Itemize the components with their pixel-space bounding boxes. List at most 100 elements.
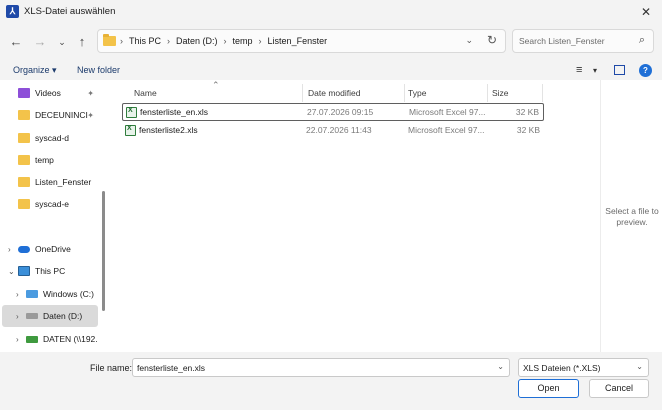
open-button[interactable]: Open	[518, 379, 579, 398]
window-title: XLS-Datei auswählen	[24, 6, 116, 17]
onedrive-icon	[18, 245, 30, 253]
folder-icon	[18, 199, 30, 209]
close-button[interactable]: ✕	[636, 3, 656, 21]
preview-pane-icon[interactable]	[614, 65, 625, 75]
file-row[interactable]: fensterliste_en.xls 27.07.2026 09:15 Mic…	[122, 103, 544, 121]
nav-item-daten-network[interactable]: › DATEN (\\192.	[0, 329, 104, 349]
nav-item-label: Videos	[35, 88, 61, 98]
nav-item-label: OneDrive	[35, 244, 71, 254]
up-arrow-icon[interactable]: ↑	[72, 33, 92, 51]
nav-item-listen-fenster[interactable]: Listen_Fenster	[0, 172, 104, 192]
file-size: 32 KB	[516, 125, 540, 135]
nav-item-deceuninck[interactable]: DECEUNINCI ✦	[0, 105, 104, 125]
pin-icon: ✦	[87, 88, 94, 98]
column-header-row: ⌃ Name Date modified Type Size	[110, 80, 600, 102]
column-name[interactable]: Name	[134, 88, 157, 98]
nav-item-onedrive[interactable]: › OneDrive	[0, 239, 104, 259]
address-bar[interactable]: › This PC › Daten (D:) › temp › Listen_F…	[97, 29, 506, 53]
cancel-button[interactable]: Cancel	[589, 379, 649, 398]
breadcrumb-separator: ›	[120, 36, 123, 46]
title-bar: ⅄ XLS-Datei auswählen ✕	[0, 0, 662, 24]
column-size[interactable]: Size	[492, 88, 509, 98]
nav-item-windows-c[interactable]: › Windows (C:)	[0, 284, 104, 304]
nav-item-label: Daten (D:)	[43, 311, 83, 321]
chevron-right-icon[interactable]: ›	[8, 245, 18, 254]
file-row[interactable]: fensterliste2.xls 22.07.2026 11:43 Micro…	[122, 122, 544, 140]
pdf-app-icon: ⅄	[6, 5, 19, 18]
folder-icon	[103, 34, 116, 46]
file-name: fensterliste2.xls	[139, 125, 198, 135]
file-type: Microsoft Excel 97...	[409, 107, 486, 117]
drive-icon	[26, 290, 38, 298]
nav-item-this-pc[interactable]: ⌄ This PC	[0, 261, 104, 281]
filetype-select[interactable]: XLS Dateien (*.XLS) ⌄	[518, 358, 649, 377]
forward-arrow-icon[interactable]: →	[30, 33, 50, 51]
toolbar: Organize ▾ New folder ≡ ▾ ?	[0, 60, 662, 82]
search-placeholder: Search Listen_Fenster	[519, 36, 605, 46]
breadcrumb-separator: ›	[258, 36, 262, 46]
nav-item-videos[interactable]: Videos ✦	[0, 83, 104, 103]
main-area: Videos ✦ DECEUNINCI ✦ syscad-d temp List…	[0, 80, 662, 352]
nav-item-label: Windows (C:)	[43, 289, 95, 299]
folder-icon	[18, 155, 30, 165]
folder-icon	[18, 133, 30, 143]
chevron-down-icon[interactable]: ⌄	[465, 35, 473, 46]
breadcrumb-daten[interactable]: Daten (D:)	[176, 36, 218, 46]
nav-item-daten-d[interactable]: › Daten (D:)	[0, 306, 104, 326]
recent-locations-chevron-icon[interactable]: ⌄	[52, 33, 72, 51]
breadcrumb-temp[interactable]: temp	[233, 36, 253, 46]
nav-item-syscad-d[interactable]: syscad-d	[0, 128, 104, 148]
excel-file-icon	[125, 125, 136, 136]
refresh-icon[interactable]: ↻	[487, 33, 497, 47]
chevron-down-icon[interactable]: ▾	[593, 66, 597, 75]
navigation-pane: Videos ✦ DECEUNINCI ✦ syscad-d temp List…	[0, 80, 108, 352]
network-drive-icon	[26, 335, 38, 343]
nav-item-syscad-e[interactable]: syscad-e	[0, 194, 104, 214]
breadcrumb-this-pc[interactable]: This PC	[129, 36, 161, 46]
nav-item-label: This PC	[35, 266, 66, 276]
chevron-right-icon[interactable]: ›	[16, 335, 26, 344]
view-list-icon[interactable]: ≡	[576, 64, 582, 76]
column-divider[interactable]	[542, 84, 543, 102]
nav-item-label: temp	[35, 155, 54, 165]
filename-field[interactable]: fensterliste_en.xls ⌄	[132, 358, 510, 377]
folder-icon	[18, 110, 30, 120]
chevron-right-icon[interactable]: ›	[16, 312, 26, 321]
breadcrumb: › This PC › Daten (D:) › temp › Listen_F…	[120, 36, 327, 46]
filetype-value: XLS Dateien (*.XLS)	[523, 363, 601, 373]
pin-icon: ✦	[87, 110, 94, 120]
breadcrumb-listen-fenster[interactable]: Listen_Fenster	[268, 36, 328, 46]
column-divider[interactable]	[487, 84, 488, 102]
breadcrumb-separator: ›	[167, 36, 171, 46]
folder-icon	[18, 177, 30, 187]
column-divider[interactable]	[404, 84, 405, 102]
nav-item-temp[interactable]: temp	[0, 150, 104, 170]
column-type[interactable]: Type	[408, 88, 426, 98]
chevron-right-icon[interactable]: ›	[16, 290, 26, 299]
nav-item-label: DECEUNINCI	[35, 110, 88, 120]
filename-label: File name:	[90, 363, 133, 373]
filename-value: fensterliste_en.xls	[137, 363, 206, 373]
chevron-down-icon[interactable]: ⌄	[636, 362, 643, 371]
nav-item-label: syscad-d	[35, 133, 70, 143]
videos-icon	[18, 88, 30, 98]
nav-item-label: syscad-e	[35, 199, 70, 209]
pc-icon	[18, 266, 30, 276]
file-date: 22.07.2026 11:43	[306, 125, 372, 135]
search-icon: ⌕	[638, 34, 645, 46]
file-size: 32 KB	[515, 107, 539, 117]
nav-item-label: Listen_Fenster	[35, 177, 92, 187]
file-list: ⌃ Name Date modified Type Size fensterli…	[110, 80, 600, 352]
help-icon[interactable]: ?	[639, 64, 652, 77]
back-arrow-icon[interactable]: ←	[6, 33, 26, 51]
search-input[interactable]: Search Listen_Fenster ⌕	[512, 29, 654, 53]
chevron-down-icon[interactable]: ⌄	[8, 267, 18, 276]
file-name: fensterliste_en.xls	[140, 107, 209, 117]
chevron-down-icon[interactable]: ⌄	[497, 362, 504, 371]
sort-ascending-icon: ⌃	[212, 80, 220, 90]
column-date-modified[interactable]: Date modified	[308, 88, 360, 98]
column-divider[interactable]	[302, 84, 303, 102]
nav-item-label: DATEN (\\192.	[43, 334, 98, 344]
organize-button[interactable]: Organize ▾	[13, 65, 57, 76]
new-folder-button[interactable]: New folder	[77, 65, 120, 75]
